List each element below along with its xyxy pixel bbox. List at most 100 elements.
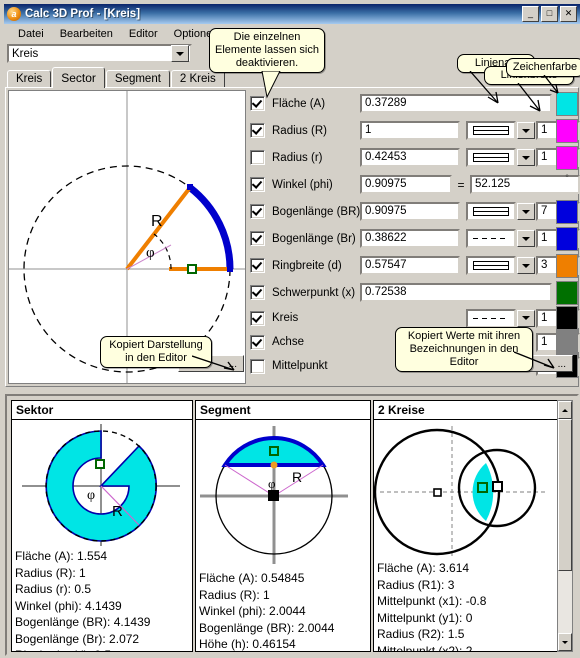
line-style-ringbreite[interactable] [466,256,516,275]
result-line: Fläche (A): 3.614 [377,561,470,575]
tooltip-zeichenfarbe-stem [543,75,559,94]
color-swatch-radius-R[interactable] [556,118,578,143]
tooltip-copy-values: Kopiert Werte mit ihren Bezeichnungen in… [395,327,533,372]
property-row-ringbreite: Ringbreite (d) 0.57547 3 [250,252,580,279]
result-line: Radius (R2): 1.5 [377,627,465,641]
label-kreis: Kreis [272,312,299,324]
equals-sign: = [457,177,465,192]
color-swatch-schwerpunkt[interactable] [556,280,578,305]
tab-sector[interactable]: Sector [52,67,105,88]
input-bogenlaenge-BR[interactable]: 0.90975 [360,202,460,221]
color-swatch-kreis[interactable] [556,306,578,330]
property-row-schwerpunkt: Schwerpunkt (x) 0.72538 [250,279,578,306]
window-title: Calc 3D Prof - [Kreis] [25,8,141,20]
menu-item-datei[interactable]: Datei [10,27,52,41]
line-style-dropdown-kreis[interactable] [517,309,535,327]
label-radius-r: Radius (r) [272,151,323,164]
window-controls: _ □ ✕ [522,6,577,22]
circle-segment-figure: R φ [196,420,370,570]
input-ringbreite[interactable]: 0.57547 [360,256,460,275]
checkbox-achse[interactable] [250,334,265,350]
line-style-bogenlaenge-BR[interactable] [466,202,516,221]
result-line: Ringbreite (d): 0.5 [15,647,189,651]
close-button[interactable]: ✕ [560,6,577,22]
input-winkel-rad[interactable]: 0.90975 [360,175,452,194]
label-schwerpunkt: Schwerpunkt (x) [272,286,356,299]
line-style-radius-R[interactable] [466,121,516,140]
result-column-2kreise: 2 Kreise Fläche (A): 3.614 Radius (R1): … [373,400,558,652]
results-columns: Sektor R φ Fläche (A): 1.554 Radius (R):… [11,400,560,652]
property-row-radius-r: Radius (r) 0.42453 1 [250,144,580,171]
color-swatch-bogenlaenge-BR[interactable] [556,199,578,224]
svg-text:φ: φ [268,476,276,491]
minimize-button[interactable]: _ [522,6,539,22]
title-bar: a Calc 3D Prof - [Kreis] _ □ ✕ [4,4,580,24]
result-line: Mittelpunkt (y1): 0 [377,610,473,625]
input-bogenlaenge-Br[interactable]: 0.38622 [360,229,460,248]
angle-label: φ [146,245,155,261]
application-window: a Calc 3D Prof - [Kreis] _ □ ✕ Datei Bea… [0,0,580,658]
checkbox-mittelpunkt[interactable] [250,358,265,374]
line-style-dropdown-radius-R[interactable] [517,122,535,139]
checkbox-schwerpunkt[interactable] [250,285,265,300]
sector-ring-figure: R φ [12,420,192,548]
line-style-dropdown-ringbreite[interactable] [517,257,535,274]
result-lines-2kreise: Fläche (A): 3.614 Radius (R1): 3 Mittelp… [374,560,557,651]
menu-item-editor[interactable]: Editor [121,27,166,41]
color-swatch-radius-r[interactable] [556,145,578,170]
two-circles-figure [374,420,557,560]
checkbox-radius-r[interactable] [250,150,265,165]
result-column-sektor: Sektor R φ Fläche (A): 1.554 Radius (R):… [11,400,193,652]
scroll-thumb[interactable] [558,419,572,571]
color-swatch-ringbreite[interactable] [556,253,578,278]
scroll-track[interactable] [558,571,572,633]
tooltip-elements: Die einzelnen Elemente lassen sich deakt… [209,28,325,73]
maximize-button[interactable]: □ [541,6,558,22]
svg-text:φ: φ [87,488,95,503]
property-row-bogenlaenge-BR: Bogenlänge (BR) 0.90975 7 [250,198,580,225]
results-scrollbar[interactable] [557,400,573,652]
tooltip-copy-values-stem [514,351,555,369]
result-title-sektor: Sektor [12,401,192,420]
result-line: Höhe (h): 0.46154 [199,637,296,651]
scroll-up-button[interactable] [558,401,572,419]
result-column-segment: Segment R φ Fläche (A): 0.54845 Radius (… [195,400,371,652]
result-title-2kreise: 2 Kreise [374,401,557,420]
line-style-dropdown-bogenlaenge-BR[interactable] [517,203,535,220]
degree-unit-label: ° [565,173,569,183]
checkbox-bogenlaenge-BR[interactable] [250,204,265,219]
line-style-kreis[interactable] [466,308,516,328]
line-style-dropdown-radius-r[interactable] [517,149,535,166]
checkbox-winkel[interactable] [250,177,265,192]
chevron-down-icon[interactable] [171,45,189,62]
input-schwerpunkt[interactable]: 0.72538 [360,283,552,302]
label-bogenlaenge-Br: Bogenlänge (Br) [272,232,356,245]
shape-select[interactable]: Kreis [7,44,192,63]
line-style-dropdown-bogenlaenge-Br[interactable] [517,230,535,247]
label-bogenlaenge-BR: Bogenlänge (BR) [272,205,361,218]
svg-text:R: R [112,503,123,520]
result-line: Radius (r): 0.5 [15,582,92,596]
tab-segment[interactable]: Segment [105,70,170,88]
checkbox-ringbreite[interactable] [250,258,265,273]
label-winkel: Winkel (phi) [272,178,333,191]
scroll-down-button[interactable] [558,633,572,651]
result-body-sektor: R φ Fläche (A): 1.554 Radius (R): 1 Radi… [12,420,192,651]
line-style-radius-r[interactable] [466,148,516,167]
color-swatch-bogenlaenge-Br[interactable] [556,226,578,251]
shape-select-value: Kreis [12,47,39,60]
result-line: Fläche (A): 1.554 [15,549,108,563]
label-radius-R: Radius (R) [272,124,327,137]
checkbox-kreis[interactable] [250,310,265,326]
input-radius-r[interactable]: 0.42453 [360,148,460,167]
tooltip-elements-stem [261,71,281,99]
checkbox-radius-R[interactable] [250,123,265,138]
radius-label: R [151,213,163,230]
checkbox-bogenlaenge-Br[interactable] [250,231,265,246]
tab-kreis[interactable]: Kreis [7,70,52,88]
input-radius-R[interactable]: 1 [360,121,460,140]
menu-item-bearbeiten[interactable]: Bearbeiten [52,27,121,41]
result-line: Radius (R1): 3 [377,577,455,592]
label-ringbreite: Ringbreite (d) [272,259,342,272]
line-style-bogenlaenge-Br[interactable] [466,229,516,248]
